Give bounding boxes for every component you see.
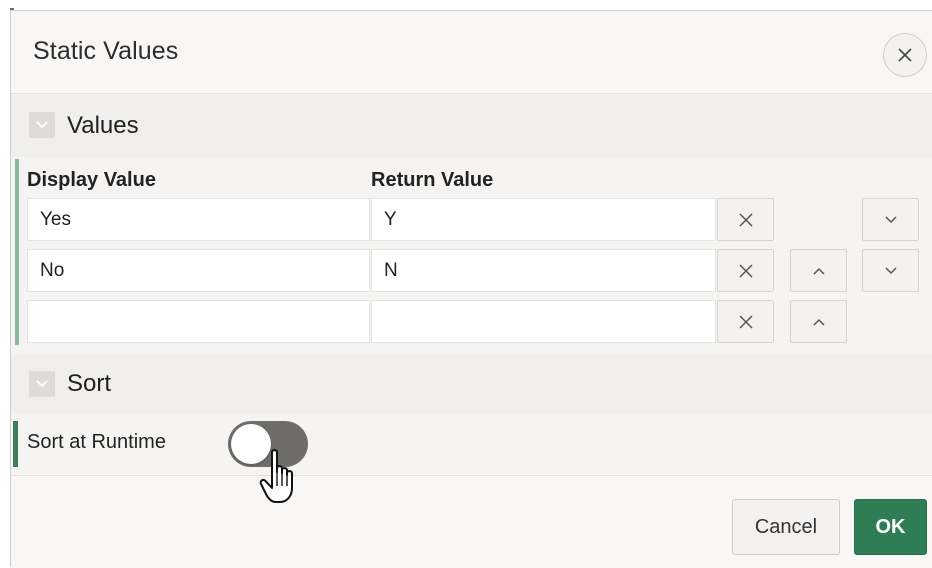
return-value-input[interactable] xyxy=(371,300,716,343)
chevron-up-icon xyxy=(812,267,825,275)
display-value-input[interactable]: Yes xyxy=(27,198,370,241)
return-value-input[interactable]: Y xyxy=(371,198,716,241)
display-value-input[interactable]: No xyxy=(27,249,370,292)
dialog-footer: Cancel OK xyxy=(11,475,932,568)
values-collapse-toggle[interactable] xyxy=(29,112,55,138)
chevron-up-icon xyxy=(812,318,825,326)
chevron-down-icon xyxy=(36,380,48,388)
remove-row-button[interactable] xyxy=(717,249,774,292)
sort-at-runtime-toggle[interactable] xyxy=(228,421,308,467)
values-accent-bar xyxy=(15,159,19,345)
close-icon xyxy=(738,314,753,329)
chevron-down-icon xyxy=(36,121,48,129)
static-values-dialog: Static Values Values Display Value Retur… xyxy=(10,10,932,568)
move-up-button[interactable] xyxy=(790,249,847,292)
return-value-header: Return Value xyxy=(371,169,494,191)
close-icon xyxy=(738,263,753,278)
close-button[interactable] xyxy=(883,33,927,77)
values-section-title: Values xyxy=(67,112,139,139)
sort-section-body: Sort at Runtime xyxy=(11,413,932,475)
close-icon xyxy=(898,48,912,62)
remove-row-button[interactable] xyxy=(717,198,774,241)
move-up-button[interactable] xyxy=(790,300,847,343)
sort-section-header: Sort xyxy=(11,355,932,413)
display-value-input[interactable] xyxy=(27,300,370,343)
return-value-input[interactable]: N xyxy=(371,249,716,292)
move-down-button[interactable] xyxy=(862,198,919,241)
cancel-button[interactable]: Cancel xyxy=(732,499,840,555)
sort-section-title: Sort xyxy=(67,370,112,397)
sort-collapse-toggle[interactable] xyxy=(29,371,55,397)
dialog-title: Static Values xyxy=(33,37,179,65)
dialog-titlebar: Static Values xyxy=(11,11,932,94)
remove-row-button[interactable] xyxy=(717,300,774,343)
sort-accent-bar xyxy=(13,421,18,467)
sort-at-runtime-label: Sort at Runtime xyxy=(27,431,166,453)
values-section-body: Display Value Return Value Yes Y No N xyxy=(11,157,932,345)
ok-button[interactable]: OK xyxy=(854,499,927,555)
values-section-header: Values xyxy=(11,95,932,159)
close-icon xyxy=(738,212,753,227)
chevron-down-icon xyxy=(884,266,897,274)
chevron-down-icon xyxy=(884,215,897,223)
toggle-knob xyxy=(231,424,271,464)
move-down-button[interactable] xyxy=(862,249,919,292)
display-value-header: Display Value xyxy=(27,169,156,191)
